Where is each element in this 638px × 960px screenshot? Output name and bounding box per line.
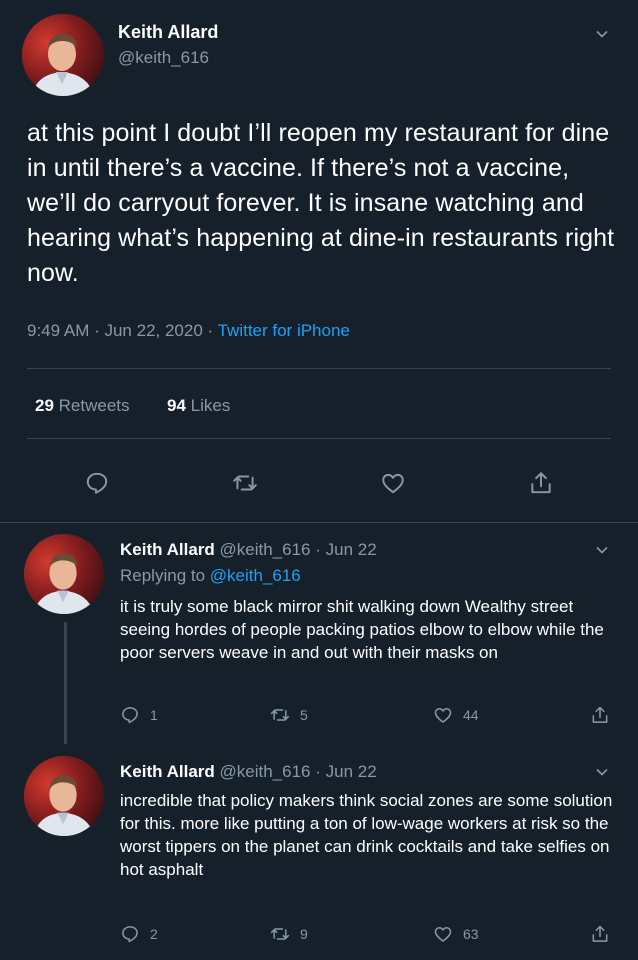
divider [0,522,638,523]
reply-text: incredible that policy makers think soci… [120,791,613,879]
chevron-down-icon[interactable] [594,542,610,558]
retweet-icon [270,709,290,721]
reply-header: Keith Allard @keith_616 · Jun 22 [120,762,377,782]
chevron-down-icon[interactable] [594,764,610,780]
avatar[interactable] [24,534,104,614]
reply-count: 1 [150,707,158,723]
like-icon [434,708,452,723]
thread-line [64,622,67,744]
avatar[interactable] [24,756,104,836]
retweets-stat[interactable]: 29 Retweets [35,396,130,415]
share-icon[interactable] [528,470,554,496]
reply-button[interactable]: 1 [120,705,158,725]
avatar[interactable] [22,14,104,96]
tweet-timestamp: 9:49 AM · Jun 22, 2020 · Twitter for iPh… [27,321,350,341]
divider [27,438,611,439]
divider [27,368,611,369]
share-button[interactable] [590,705,610,725]
reply-button[interactable]: 2 [120,924,158,944]
retweet-count: 9 [300,926,308,942]
chevron-down-icon[interactable] [594,26,610,42]
share-button[interactable] [590,924,610,944]
author-name[interactable]: Keith Allard [118,22,218,43]
reply-author-name[interactable]: Keith Allard [120,540,215,559]
share-icon [592,925,608,942]
replying-to: Replying to @keith_616 [120,566,301,585]
likes-stat[interactable]: 94 Likes [167,396,230,415]
reply-handle-date[interactable]: @keith_616 · Jun 22 [220,540,377,559]
tweet-text: at this point I doubt I’ll reopen my res… [27,119,615,287]
reply-icon [122,707,138,724]
author-handle[interactable]: @keith_616 [118,48,209,68]
retweet-icon[interactable] [232,470,258,496]
engagement-stats: 29 Retweets 94 Likes [35,396,230,416]
reply-icon [122,926,138,943]
retweet-icon [270,928,290,940]
reply-handle-date[interactable]: @keith_616 · Jun 22 [220,762,377,781]
reply-count: 2 [150,926,158,942]
like-count: 63 [463,926,479,942]
reply-author-name[interactable]: Keith Allard [120,762,215,781]
like-icon[interactable] [380,470,406,496]
retweet-count: 5 [300,707,308,723]
like-count: 44 [463,707,479,723]
like-icon [434,927,452,942]
replying-to-link[interactable]: @keith_616 [210,566,301,585]
reply-header: Keith Allard @keith_616 · Jun 22 [120,540,377,560]
retweet-button[interactable]: 5 [270,705,308,725]
like-button[interactable]: 44 [433,705,479,725]
share-icon [592,706,608,723]
tweet-time[interactable]: 9:49 AM · Jun 22, 2020 · [27,321,218,340]
like-button[interactable]: 63 [433,924,479,944]
reply-text: it is truly some black mirror shit walki… [120,597,604,662]
retweet-button[interactable]: 9 [270,924,308,944]
tweet-source[interactable]: Twitter for iPhone [218,321,350,340]
reply-icon[interactable] [84,470,110,496]
